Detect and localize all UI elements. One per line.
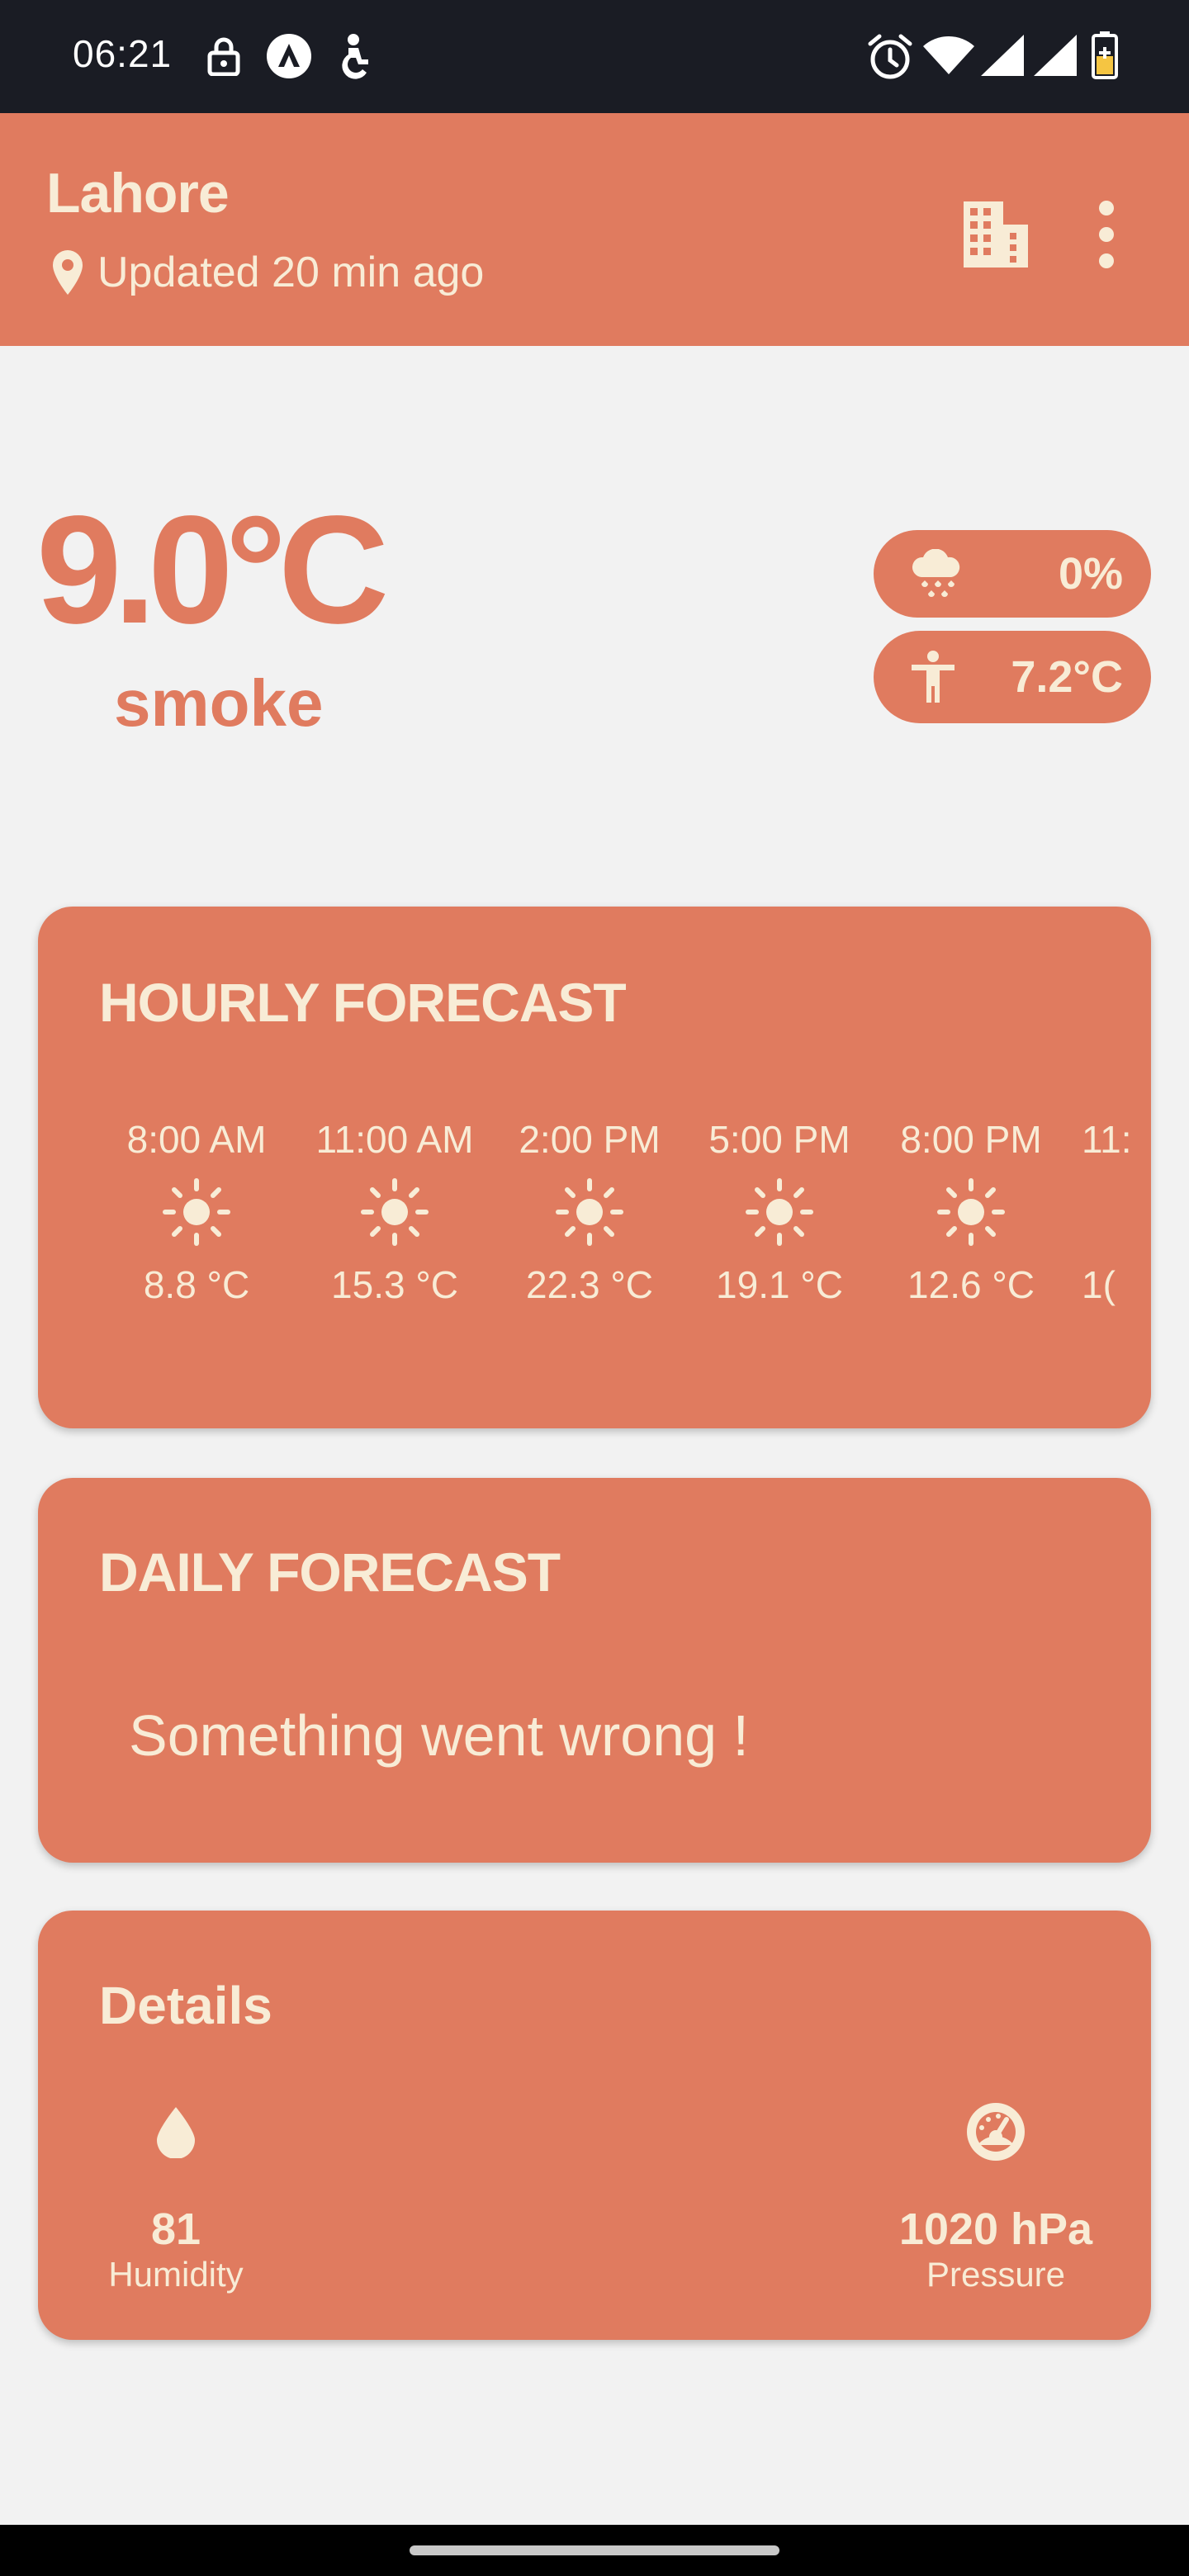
pressure-label: Pressure (926, 2255, 1066, 2294)
feels-like-value: 7.2°C (1011, 652, 1123, 702)
updated-text: Updated 20 min ago (97, 249, 485, 296)
city-name: Lahore (46, 162, 230, 225)
hourly-item: 11:00 AM 15.3 °C (296, 1115, 494, 1309)
home-gesture-handle[interactable] (410, 2545, 779, 2555)
alarm-icon (868, 34, 912, 79)
precipitation-value: 0% (1058, 549, 1123, 599)
feels-like-pill: 7.2°C (874, 631, 1151, 723)
hourly-item: 8:00 AM 8.8 °C (97, 1115, 296, 1309)
hour-time: 5:00 PM (708, 1118, 850, 1161)
city-buildings-icon (964, 201, 1028, 268)
hour-time: 8:00 PM (900, 1118, 1042, 1161)
sun-icon (746, 1178, 813, 1246)
daily-forecast-card: DAILY FORECAST Something went wrong ! (38, 1478, 1151, 1863)
pressure-detail: 1020 hPa Pressure (872, 2091, 1120, 2295)
hour-time: 2:00 PM (519, 1118, 661, 1161)
location-pin-icon (53, 250, 83, 295)
weather-condition: smoke (114, 666, 324, 740)
weather-screen: 06:21 Lahore Updated 20 min ago 9.0°C sm… (0, 0, 1189, 2576)
sun-icon (163, 1178, 230, 1246)
hour-temperature: 8.8 °C (143, 1263, 250, 1306)
hour-time: 11: (1082, 1118, 1132, 1161)
person-icon (912, 651, 955, 703)
error-message: Something went wrong ! (129, 1703, 749, 1768)
more-options-button[interactable] (1073, 189, 1139, 280)
cloud-rain-icon (912, 549, 960, 597)
app-a-icon (267, 34, 311, 78)
water-drop-icon (157, 2107, 195, 2158)
precipitation-pill: 0% (874, 530, 1151, 618)
sun-icon (937, 1178, 1005, 1246)
app-bar: Lahore Updated 20 min ago (0, 113, 1189, 346)
status-bar: 06:21 (0, 0, 1189, 113)
gauge-icon (967, 2103, 1025, 2161)
wifi-icon (923, 36, 974, 74)
change-city-button[interactable] (950, 189, 1040, 280)
signal-icon (981, 35, 1024, 76)
current-temperature: 9.0°C (36, 485, 389, 656)
navigation-bar (0, 2525, 1189, 2576)
hourly-forecast-card: HOURLY FORECAST 8:00 AM 8.8 °C 11:00 AM (38, 907, 1151, 1428)
sun-icon (361, 1178, 429, 1246)
accessibility-icon (342, 34, 368, 79)
hourly-item-partial: 11: 1( (1082, 1115, 1132, 1309)
details-card: Details 81 Humidity 1020 hPa Pressure (38, 1911, 1151, 2340)
hourly-forecast-title: HOURLY FORECAST (99, 972, 627, 1033)
hour-time: 8:00 AM (126, 1118, 267, 1161)
more-vert-icon (1099, 201, 1114, 268)
hourly-item: 2:00 PM 22.3 °C (490, 1115, 689, 1309)
lock-icon (207, 37, 240, 76)
status-time: 06:21 (73, 32, 173, 75)
updated-row: Updated 20 min ago (51, 244, 484, 301)
battery-charging-icon (1092, 31, 1118, 79)
humidity-detail: 81 Humidity (97, 2091, 254, 2295)
pressure-value: 1020 hPa (898, 2204, 1093, 2254)
signal-icon (1034, 35, 1077, 76)
details-title: Details (99, 1976, 272, 2035)
hourly-item: 8:00 PM 12.6 °C (872, 1115, 1070, 1309)
sun-icon (556, 1178, 623, 1246)
hour-temperature: 1( (1082, 1263, 1116, 1306)
hourly-item: 5:00 PM 19.1 °C (680, 1115, 879, 1309)
hour-temperature: 19.1 °C (716, 1263, 843, 1306)
humidity-value: 81 (150, 2204, 201, 2254)
hour-temperature: 15.3 °C (331, 1263, 458, 1306)
daily-forecast-title: DAILY FORECAST (99, 1541, 561, 1603)
humidity-label: Humidity (108, 2255, 244, 2294)
hour-temperature: 12.6 °C (907, 1263, 1035, 1306)
hour-time: 11:00 AM (315, 1118, 474, 1161)
hour-temperature: 22.3 °C (526, 1263, 653, 1306)
